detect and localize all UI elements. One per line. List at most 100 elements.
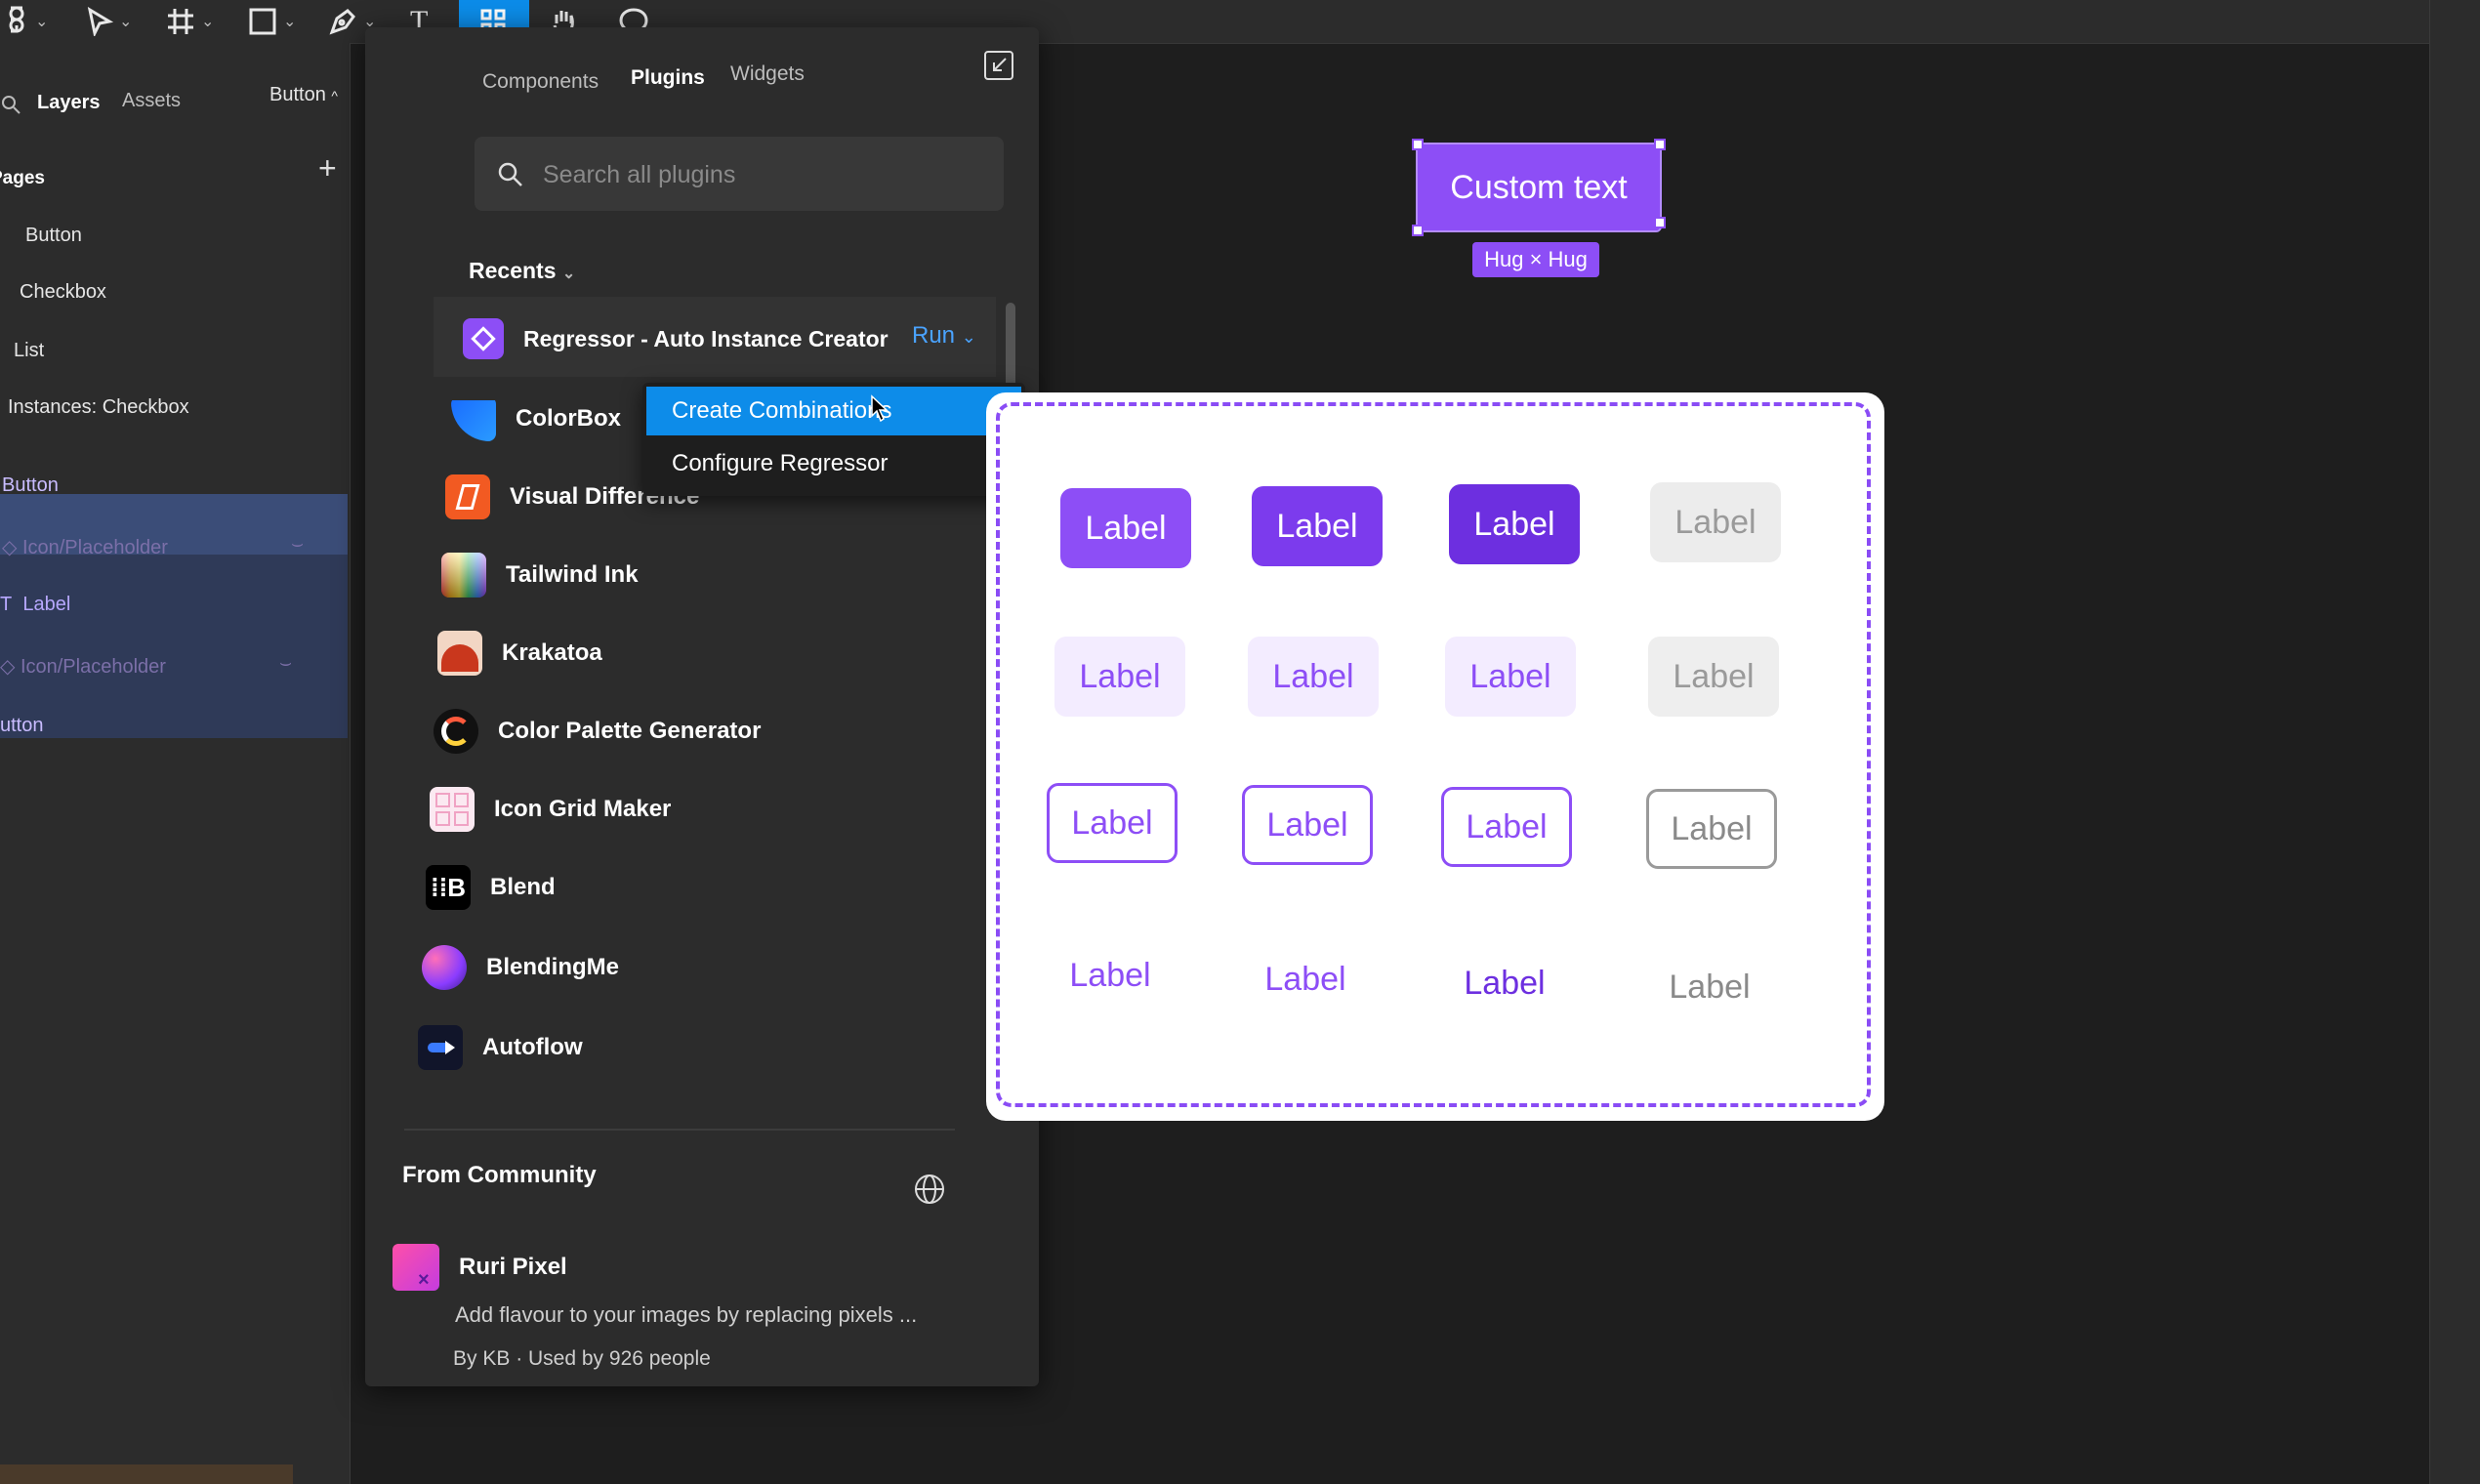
tab-layers[interactable]: Layers	[37, 92, 101, 114]
button-variant-text-hover[interactable]: Label	[1240, 939, 1371, 1019]
autoflow-icon	[418, 1025, 463, 1070]
figma-menu-button[interactable]: ⌄	[4, 0, 48, 43]
tab-components[interactable]: Components	[482, 70, 599, 94]
resize-handle-top-right[interactable]	[1654, 139, 1666, 150]
chevron-down-icon: ⌄	[35, 14, 49, 30]
chevron-down-icon: ⌄	[283, 14, 297, 30]
tailwind-ink-icon	[441, 553, 486, 598]
size-badge: Hug × Hug	[1472, 242, 1599, 277]
plugin-row-autoflow[interactable]: Autoflow	[418, 1013, 1043, 1082]
plugin-row-regressor[interactable]: Regressor - Auto Instance Creator	[463, 305, 1088, 373]
page-selector-label: Button	[269, 84, 326, 105]
plugin-name: Regressor - Auto Instance Creator	[523, 325, 889, 351]
selected-custom-button[interactable]: Custom text	[1416, 143, 1662, 232]
collapse-panel-icon[interactable]	[982, 49, 1015, 82]
run-button[interactable]: Run ⌄	[912, 322, 976, 350]
page-selector[interactable]: Button ^	[269, 84, 338, 106]
menu-item-configure-regressor[interactable]: Configure Regressor	[646, 439, 1021, 488]
plugin-row-color-palette-generator[interactable]: Color Palette Generator	[434, 697, 1058, 765]
layer-icon-placeholder-2[interactable]: ◇ Icon/Placeholder	[0, 654, 166, 679]
layer-button-2[interactable]: utton	[0, 715, 43, 737]
button-variant-primary-disabled[interactable]: Label	[1650, 482, 1781, 562]
button-variant-outline-disabled[interactable]: Label	[1646, 789, 1777, 869]
pages-header: Pages	[0, 168, 45, 188]
hidden-eye-icon[interactable]: ⌣	[291, 533, 304, 556]
chevron-down-icon: ⌄	[201, 14, 215, 30]
chevron-down-icon: ⌄	[561, 266, 576, 282]
resize-handle-bottom-left[interactable]	[1412, 225, 1424, 236]
layer-icon-placeholder-1[interactable]: ◇ Icon/Placeholder	[2, 535, 168, 559]
plugin-name: Blend	[490, 874, 556, 900]
button-variant-outline-default[interactable]: Label	[1047, 783, 1178, 863]
tab-plugins[interactable]: Plugins	[631, 66, 705, 90]
hidden-eye-icon[interactable]: ⌣	[279, 652, 292, 675]
resize-handle-top-left[interactable]	[1412, 139, 1424, 150]
plugin-row-icon-grid-maker[interactable]: Icon Grid Maker	[430, 775, 1054, 844]
community-header: From Community	[402, 1162, 597, 1188]
regressor-icon	[463, 318, 504, 359]
layer-button-label[interactable]: Button	[2, 474, 59, 497]
globe-icon[interactable]	[912, 1172, 947, 1207]
button-variant-secondary-hover[interactable]: Label	[1248, 637, 1379, 717]
cursor-icon	[87, 7, 113, 36]
colorbox-icon	[451, 396, 496, 441]
resize-handle-bottom-right[interactable]	[1654, 217, 1666, 228]
blendingme-icon	[422, 945, 467, 990]
search-icon[interactable]	[0, 94, 21, 115]
chevron-down-icon: ⌄	[119, 14, 133, 30]
search-icon	[498, 162, 522, 186]
pen-icon	[329, 9, 355, 35]
mouse-cursor-icon	[871, 394, 889, 423]
move-tool-button[interactable]: ⌄	[86, 0, 132, 43]
page-item-list[interactable]: List	[14, 340, 44, 362]
plugin-row-krakatoa[interactable]: Krakatoa	[437, 619, 1062, 687]
krakatoa-icon	[437, 631, 482, 676]
page-item-instances-checkbox[interactable]: Instances: Checkbox	[8, 396, 189, 419]
button-variant-text-default[interactable]: Label	[1045, 935, 1176, 1015]
button-variant-text-pressed[interactable]: Label	[1439, 943, 1570, 1023]
plugin-search-input[interactable]	[541, 137, 984, 213]
community-plugin-name[interactable]: Ruri Pixel	[459, 1254, 567, 1281]
plugin-name: Color Palette Generator	[498, 718, 762, 744]
plugin-name: BlendingMe	[486, 954, 619, 980]
plugin-name: Autoflow	[482, 1034, 583, 1060]
plugin-row-tailwind-ink[interactable]: Tailwind Ink	[441, 541, 1066, 609]
button-variant-outline-hover[interactable]: Label	[1242, 785, 1373, 865]
resources-panel: Components Plugins Widgets Recents ⌄ Reg…	[365, 27, 1039, 1386]
page-item-button[interactable]: Button	[25, 225, 82, 247]
add-page-icon[interactable]: +	[318, 150, 337, 186]
frame-tool-button[interactable]: ⌄	[166, 0, 214, 43]
page-item-checkbox[interactable]: Checkbox	[20, 281, 106, 304]
chevron-down-icon: ⌄	[961, 327, 976, 347]
button-variant-text-disabled[interactable]: Label	[1644, 947, 1775, 1027]
recents-dropdown[interactable]: Recents ⌄	[469, 258, 575, 284]
button-variant-secondary-default[interactable]: Label	[1054, 637, 1185, 717]
chevron-up-icon: ^	[331, 88, 338, 103]
layer-label: Label	[22, 594, 71, 615]
plugin-name: Krakatoa	[502, 639, 602, 666]
button-variant-secondary-disabled[interactable]: Label	[1648, 637, 1779, 717]
tab-widgets[interactable]: Widgets	[730, 62, 805, 86]
run-dropdown-menu: Create Combinations Configure Regressor	[642, 383, 1025, 496]
plugin-row-blendingme[interactable]: BlendingMe	[422, 933, 1047, 1002]
button-variant-secondary-pressed[interactable]: Label	[1445, 637, 1576, 717]
menu-item-create-combinations[interactable]: Create Combinations	[646, 387, 1021, 435]
button-variant-primary-pressed[interactable]: Label	[1449, 484, 1580, 564]
button-variant-primary-default[interactable]: Label	[1060, 488, 1191, 568]
icon-grid-icon	[430, 787, 475, 832]
plugin-name: ColorBox	[516, 405, 621, 432]
shape-tool-button[interactable]: ⌄	[248, 0, 296, 43]
button-variant-primary-hover[interactable]: Label	[1252, 486, 1383, 566]
layer-label-text[interactable]: T Label	[0, 594, 70, 616]
tab-assets[interactable]: Assets	[122, 90, 181, 112]
properties-panel	[2429, 0, 2480, 1484]
visual-difference-icon	[445, 474, 490, 519]
blend-icon: ⁞⁞B	[426, 865, 471, 910]
plugin-row-blend[interactable]: ⁞⁞B Blend	[426, 853, 1051, 922]
community-plugin-meta: By KB · Used by 926 people	[453, 1347, 711, 1370]
button-variant-outline-pressed[interactable]: Label	[1441, 787, 1572, 867]
recents-label: Recents	[469, 258, 557, 283]
plugin-search-box[interactable]	[475, 137, 1004, 213]
layer-label: Icon/Placeholder	[21, 537, 168, 558]
component-set-frame[interactable]: Label Label Label Label Label Label Labe…	[986, 392, 1884, 1121]
